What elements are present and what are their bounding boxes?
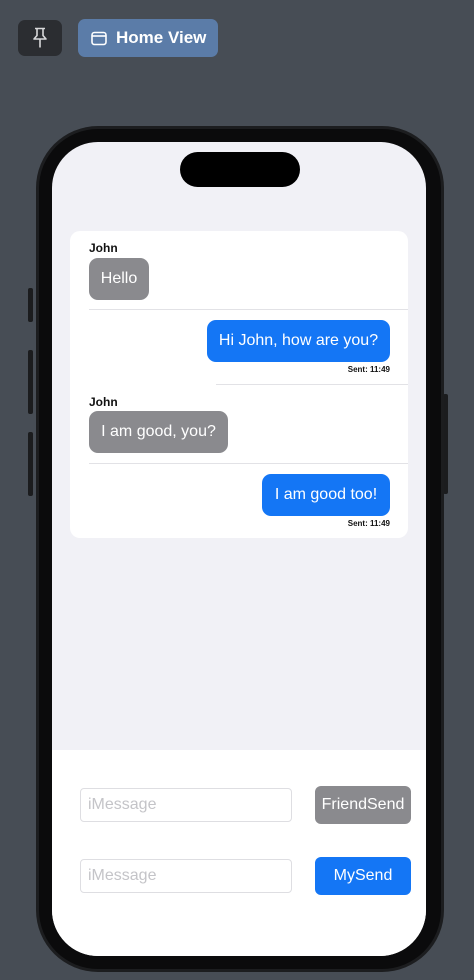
phone-screen: John Hello Hi John, how are you? Sent: 1…: [52, 142, 426, 956]
volume-up-button: [28, 350, 33, 414]
message-divider: [89, 463, 408, 464]
pin-icon: [33, 27, 47, 48]
home-view-button[interactable]: Home View: [78, 19, 219, 57]
composer-area: iMessage FriendSend iMessage MySend: [52, 750, 426, 956]
friend-message-bubble: I am good, you?: [89, 411, 228, 453]
message-sent-status: Sent: 11:49: [347, 519, 390, 528]
action-button: [28, 288, 33, 322]
message-divider: [216, 384, 408, 385]
friend-message-bubble: Hello: [89, 258, 149, 300]
my-message-input[interactable]: iMessage: [80, 859, 292, 893]
friend-send-button[interactable]: FriendSend: [315, 786, 411, 824]
message-sent-status: Sent: 11:49: [347, 365, 390, 374]
my-message-bubble: Hi John, how are you?: [207, 320, 390, 362]
volume-down-button: [28, 432, 33, 496]
home-view-label: Home View: [116, 28, 207, 47]
dynamic-island: [180, 152, 300, 187]
pin-button[interactable]: [18, 20, 62, 56]
my-message-bubble: I am good too!: [262, 474, 390, 516]
message-sender: John: [89, 395, 118, 409]
message-divider: [89, 309, 408, 310]
friend-message-input[interactable]: iMessage: [80, 788, 292, 822]
window-icon: [91, 31, 107, 46]
chat-list[interactable]: John Hello Hi John, how are you? Sent: 1…: [70, 231, 408, 538]
message-sender: John: [89, 241, 118, 255]
my-send-button[interactable]: MySend: [315, 857, 411, 895]
